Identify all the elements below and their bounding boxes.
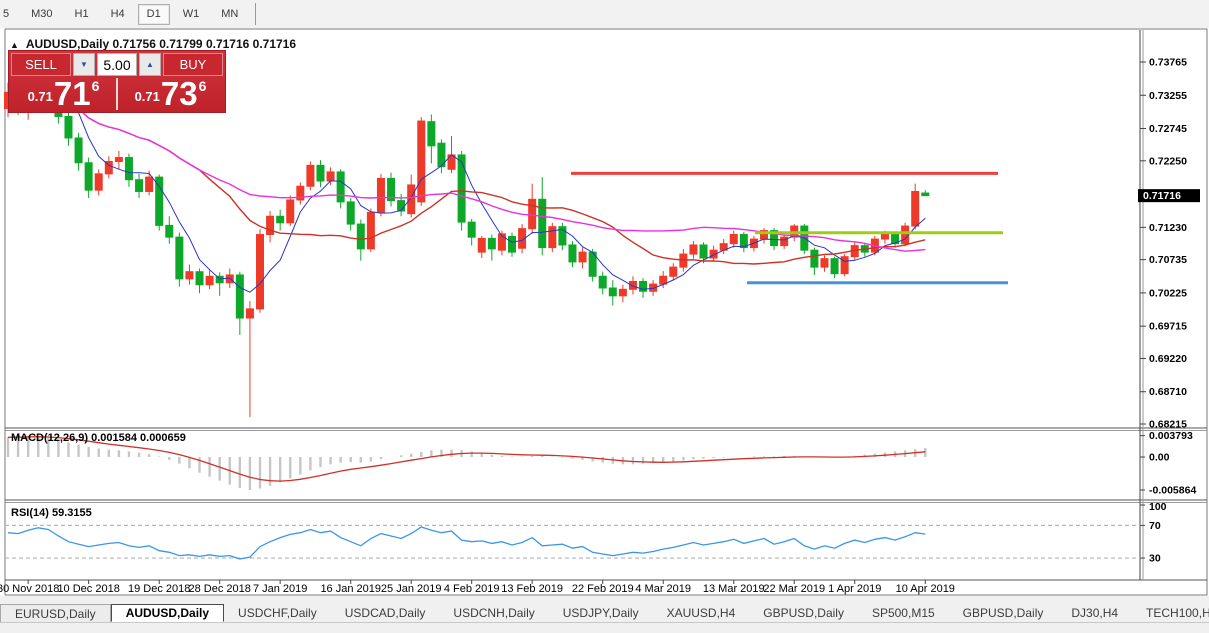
timeframe-button-5[interactable]: 5	[0, 4, 18, 25]
chart-tab-gbpusd-daily[interactable]: GBPUSD,Daily	[749, 604, 858, 622]
timeframe-button-h1[interactable]: H1	[66, 4, 98, 25]
svg-text:RSI(14) 59.3155: RSI(14) 59.3155	[11, 507, 92, 519]
volume-input[interactable]	[97, 53, 137, 76]
buy-price-display[interactable]: 0.71 73 6	[118, 74, 223, 112]
chart-tab-usdjpy-daily[interactable]: USDJPY,Daily	[548, 604, 653, 622]
chart-symbol-label: AUDUSD,Daily	[25, 37, 110, 51]
trade-panel-prices: 0.71 71 6 0.71 73 6	[11, 74, 223, 112]
buy-price-prefix: 0.71	[134, 89, 160, 104]
chart-tab-bar: EURUSD,Daily AUDUSD,Daily USDCHF,Daily USDC…	[0, 604, 1209, 622]
svg-text:0.70225: 0.70225	[1149, 287, 1187, 299]
sell-price-pip-digit: 6	[91, 78, 100, 94]
chart-window: 0.73765 0.73255 0.72745 0.72250 0.71230 0.707…	[0, 28, 1209, 596]
svg-text:1 Apr 2019: 1 Apr 2019	[828, 583, 881, 595]
svg-text:7 Jan 2019: 7 Jan 2019	[253, 583, 307, 595]
sell-price-prefix: 0.71	[27, 89, 53, 104]
chart-tab-audusd-daily[interactable]: AUDUSD,Daily	[110, 604, 225, 622]
svg-text:0.73765: 0.73765	[1149, 57, 1187, 69]
buy-button[interactable]: BUY	[163, 53, 223, 76]
timeframe-toolbar: 5 M30 H1 H4 D1 W1 MN	[0, 0, 1209, 29]
timeframe-button-mn[interactable]: MN	[212, 4, 247, 25]
chart-canvas[interactable]: 0.73765 0.73255 0.72745 0.72250 0.71230 0.707…	[0, 28, 1209, 596]
one-click-trade-panel: SELL ▼ ▲ BUY 0.71 71 6 0.71 73 6	[8, 50, 226, 113]
status-strip	[0, 622, 1209, 633]
buy-price-pip-digit: 6	[198, 78, 207, 94]
chart-tab-tech100-h1[interactable]: TECH100,H1	[1132, 604, 1209, 622]
timeframe-button-w1[interactable]: W1	[174, 4, 209, 25]
svg-text:0.71230: 0.71230	[1149, 222, 1187, 234]
svg-text:0.69220: 0.69220	[1149, 353, 1187, 365]
trade-panel-top-row: SELL ▼ ▲ BUY	[11, 53, 223, 76]
timeframe-button-d1[interactable]: D1	[137, 3, 170, 25]
svg-text:0.69715: 0.69715	[1149, 321, 1187, 333]
volume-increase-button[interactable]: ▲	[139, 53, 161, 76]
svg-text:13 Mar 2019: 13 Mar 2019	[703, 583, 765, 595]
chart-tab-dj30-h4[interactable]: DJ30,H4	[1057, 604, 1133, 622]
svg-text:0.71716: 0.71716	[1143, 190, 1181, 202]
chart-tab-gbpusd-daily[interactable]: GBPUSD,Daily	[948, 604, 1058, 622]
timeframe-button-h4[interactable]: H4	[102, 4, 134, 25]
svg-text:30 Nov 2018: 30 Nov 2018	[0, 583, 59, 595]
svg-text:-0.005864: -0.005864	[1149, 485, 1196, 497]
svg-text:10 Apr 2019: 10 Apr 2019	[896, 583, 955, 595]
svg-text:25 Jan 2019: 25 Jan 2019	[381, 583, 442, 595]
svg-text:70: 70	[1149, 520, 1161, 532]
sell-price-big-digits: 71	[53, 74, 91, 112]
svg-text:0.70735: 0.70735	[1149, 254, 1187, 266]
chart-tab-usdchf-daily[interactable]: USDCHF,Daily	[224, 604, 331, 622]
svg-text:100: 100	[1149, 501, 1167, 513]
buy-price-big-digits: 73	[160, 74, 198, 112]
chart-tab-eurusd-daily[interactable]: EURUSD,Daily	[0, 604, 111, 622]
svg-text:0.72745: 0.72745	[1149, 123, 1187, 135]
svg-text:22 Feb 2019: 22 Feb 2019	[572, 583, 634, 595]
chart-tab-usdcad-daily[interactable]: USDCAD,Daily	[330, 604, 440, 622]
svg-text:28 Dec 2018: 28 Dec 2018	[188, 583, 250, 595]
svg-text:0.003793: 0.003793	[1149, 430, 1193, 442]
svg-text:30: 30	[1149, 553, 1161, 565]
svg-text:19 Dec 2018: 19 Dec 2018	[128, 583, 190, 595]
svg-text:0.72250: 0.72250	[1149, 155, 1187, 167]
sell-price-display[interactable]: 0.71 71 6	[11, 74, 118, 112]
svg-text:10 Dec 2018: 10 Dec 2018	[57, 583, 119, 595]
svg-text:4 Mar 2019: 4 Mar 2019	[635, 583, 691, 595]
svg-text:0.68710: 0.68710	[1149, 386, 1187, 398]
svg-text:0.00: 0.00	[1149, 452, 1170, 464]
timeframe-button-m30[interactable]: M30	[22, 4, 61, 25]
scroll-gap-strip	[0, 596, 1209, 604]
chart-tab-xauusd-h4[interactable]: XAUUSD,H4	[652, 604, 750, 622]
chart-tab-usdcnh-daily[interactable]: USDCNH,Daily	[439, 604, 549, 622]
chart-title: ▲ AUDUSD,Daily 0.71756 0.71799 0.71716 0…	[10, 37, 296, 51]
svg-text:22 Mar 2019: 22 Mar 2019	[763, 583, 825, 595]
timeframe-buttons: 5 M30 H1 H4 D1 W1 MN	[0, 3, 249, 25]
chart-tab-sp500-m15[interactable]: SP500,M15	[857, 604, 949, 622]
svg-text:0.68215: 0.68215	[1149, 418, 1187, 430]
svg-text:0.73255: 0.73255	[1149, 90, 1187, 102]
svg-text:4 Feb 2019: 4 Feb 2019	[444, 583, 500, 595]
toolbar-separator	[255, 3, 257, 25]
svg-text:MACD(12,26,9) 0.001584 0.00065: MACD(12,26,9) 0.001584 0.000659	[11, 432, 186, 444]
mt4-terminal: { "toolbar": { "timeframes": ["5", "M30"…	[0, 0, 1209, 633]
svg-text:13 Feb 2019: 13 Feb 2019	[501, 583, 563, 595]
volume-decrease-button[interactable]: ▼	[73, 53, 95, 76]
collapse-triangle-icon[interactable]: ▲	[10, 40, 19, 50]
chart-ohlc-values: 0.71756 0.71799 0.71716 0.71716	[112, 37, 297, 51]
svg-text:16 Jan 2019: 16 Jan 2019	[320, 583, 381, 595]
sell-button[interactable]: SELL	[11, 53, 71, 76]
